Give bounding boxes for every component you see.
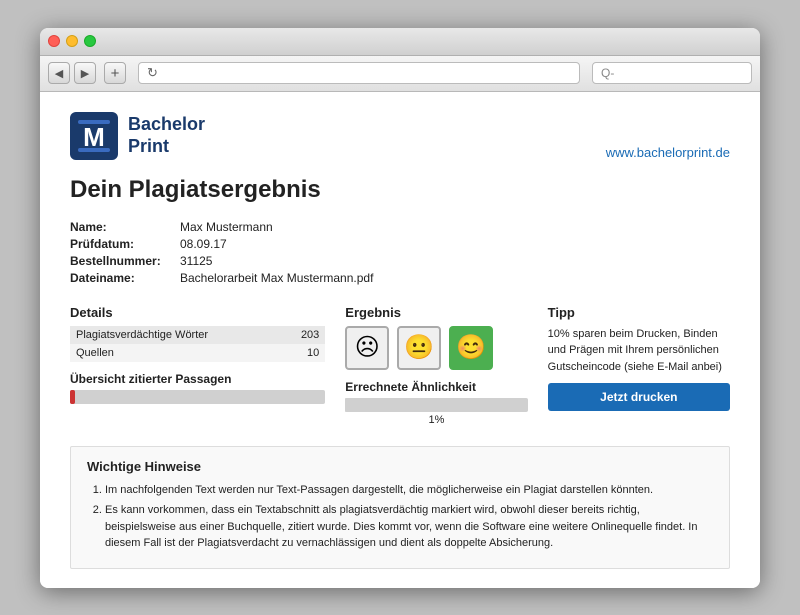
pruef-label: Prüfdatum: [70, 237, 180, 251]
info-row-bestell: Bestellnummer: 31125 [70, 254, 730, 268]
smiley-sad: ☹ [345, 326, 389, 370]
uebersicht-label: Übersicht zitierter Passagen [70, 372, 325, 386]
hinweise-box: Wichtige Hinweise Im nachfolgenden Text … [70, 446, 730, 569]
three-columns: Details Plagiatsverdächtige Wörter 203 Q… [70, 305, 730, 426]
hinweise-list: Im nachfolgenden Text werden nur Text-Pa… [87, 482, 713, 552]
row-label: Quellen [70, 344, 285, 362]
tipp-header: Tipp [548, 305, 730, 320]
traffic-lights [48, 35, 96, 47]
table-row: Plagiatsverdächtige Wörter 203 [70, 326, 325, 344]
page-title: Dein Plagiatsergebnis [70, 176, 730, 204]
list-item: Im nachfolgenden Text werden nur Text-Pa… [105, 482, 713, 499]
forward-button[interactable]: ▶ [74, 62, 96, 84]
info-table: Name: Max Mustermann Prüfdatum: 08.09.17… [70, 220, 730, 285]
pruef-value: 08.09.17 [180, 237, 227, 251]
page-content: M Bachelor Print www.bachelorprint.de De… [40, 92, 760, 588]
smiley-neutral: 😐 [397, 326, 441, 370]
new-tab-button[interactable]: + [104, 62, 126, 84]
titlebar [40, 28, 760, 56]
browser-toolbar: ◀ ▶ + ↻ Q- [40, 56, 760, 92]
info-row-name: Name: Max Mustermann [70, 220, 730, 234]
datei-value: Bachelorarbeit Max Mustermann.pdf [180, 271, 373, 285]
logo-icon: M [70, 112, 118, 160]
forward-icon: ▶ [81, 67, 89, 80]
name-label: Name: [70, 220, 180, 234]
col-details: Details Plagiatsverdächtige Wörter 203 Q… [70, 305, 325, 426]
ergebnis-header: Ergebnis [345, 305, 527, 320]
uebersicht-progress-fill [70, 390, 75, 404]
reload-button[interactable]: ↻ [147, 65, 158, 81]
row-value: 10 [285, 344, 325, 362]
back-button[interactable]: ◀ [48, 62, 70, 84]
search-bar[interactable]: Q- [592, 62, 752, 84]
site-header: M Bachelor Print www.bachelorprint.de [70, 112, 730, 160]
browser-window: ◀ ▶ + ↻ Q- M B [40, 28, 760, 588]
details-table: Plagiatsverdächtige Wörter 203 Quellen 1… [70, 326, 325, 362]
plus-icon: + [111, 65, 120, 82]
col-tipp: Tipp 10% sparen beim Drucken, Binden und… [548, 305, 730, 426]
smiley-row: ☹ 😐 😊 [345, 326, 527, 370]
bestell-value: 31125 [180, 254, 212, 268]
minimize-button[interactable] [66, 35, 78, 47]
search-icon: Q- [601, 66, 614, 80]
aehnlichkeit-fill [345, 398, 347, 412]
name-value: Max Mustermann [180, 220, 273, 234]
sad-icon: ☹ [355, 333, 380, 362]
row-label: Plagiatsverdächtige Wörter [70, 326, 285, 344]
neutral-icon: 😐 [404, 333, 434, 362]
datei-label: Dateiname: [70, 271, 180, 285]
aehnlichkeit-value: 1% [345, 414, 527, 426]
svg-text:M: M [83, 122, 105, 152]
aehnlichkeit-label: Errechnete Ähnlichkeit [345, 380, 527, 394]
logo-text: Bachelor Print [128, 114, 205, 157]
table-row: Quellen 10 [70, 344, 325, 362]
hinweise-title: Wichtige Hinweise [87, 459, 713, 474]
row-value: 203 [285, 326, 325, 344]
col-ergebnis: Ergebnis ☹ 😐 😊 Errechnete Ähnlichkeit [345, 305, 527, 426]
bestell-label: Bestellnummer: [70, 254, 180, 268]
tipp-text: 10% sparen beim Drucken, Binden und Präg… [548, 326, 730, 376]
info-row-datei: Dateiname: Bachelorarbeit Max Mustermann… [70, 271, 730, 285]
aehnlichkeit-bar [345, 398, 527, 412]
website-link[interactable]: www.bachelorprint.de [606, 145, 730, 160]
close-button[interactable] [48, 35, 60, 47]
back-icon: ◀ [55, 67, 63, 80]
jetzt-drucken-button[interactable]: Jetzt drucken [548, 383, 730, 411]
happy-icon: 😊 [456, 333, 486, 362]
smiley-happy: 😊 [449, 326, 493, 370]
uebersicht-progress-bar [70, 390, 325, 404]
maximize-button[interactable] [84, 35, 96, 47]
logo: M Bachelor Print [70, 112, 205, 160]
info-row-pruef: Prüfdatum: 08.09.17 [70, 237, 730, 251]
list-item: Es kann vorkommen, dass ein Textabschnit… [105, 502, 713, 552]
url-bar[interactable]: ↻ [138, 62, 580, 84]
details-header: Details [70, 305, 325, 320]
